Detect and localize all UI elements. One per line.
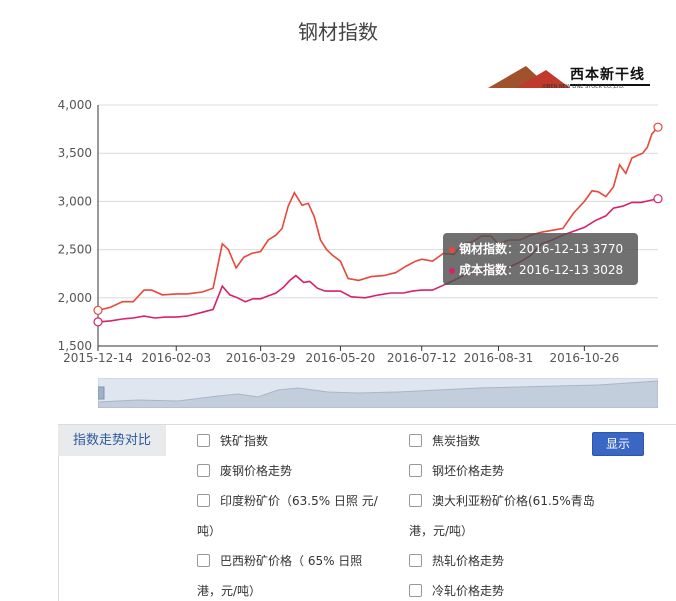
option-label: 热轧价格走势 xyxy=(432,554,505,568)
zoom-left-handle[interactable] xyxy=(98,386,105,400)
option-australia-ore-cont: 港，元/吨） xyxy=(409,524,474,538)
y-tick-label: 2,000 xyxy=(58,291,92,305)
option-india-ore-cont: 吨） xyxy=(197,524,222,538)
chart-axes xyxy=(97,105,658,351)
show-button[interactable]: 显示 xyxy=(592,432,644,456)
option-scrap-steel[interactable]: 废钢价格走势 xyxy=(197,462,292,480)
checkbox-icon[interactable] xyxy=(409,464,422,477)
checkbox-icon[interactable] xyxy=(197,464,210,477)
y-axis-labels: 1,5002,0002,5003,0003,5004,000 xyxy=(58,98,92,353)
series-marker-0-start xyxy=(93,305,103,315)
option-label: 废钢价格走势 xyxy=(220,464,293,478)
panel-label: 指数走势对比 xyxy=(58,425,166,456)
option-india-ore[interactable]: 印度粉矿价（63.5% 日照 元/ xyxy=(197,492,378,510)
option-brazil-ore-cont: 港，元/吨） xyxy=(197,584,262,598)
checkbox-icon[interactable] xyxy=(409,434,422,447)
y-tick-label: 2,500 xyxy=(58,243,92,257)
page-title: 钢材指数 xyxy=(298,20,378,44)
series-marker-0-end xyxy=(653,122,663,132)
tooltip-value: 3770 xyxy=(592,242,624,256)
option-label: 巴西粉矿价格（ 65% 日照 xyxy=(220,554,363,568)
zoom-slider[interactable] xyxy=(98,378,658,408)
x-axis-labels: 2015-12-14 2016-02-03 2016-03-29 2016-05-20… xyxy=(63,351,619,365)
y-tick-label: 4,000 xyxy=(58,98,92,112)
series-marker-1-start xyxy=(93,317,103,327)
option-label: 铁矿指数 xyxy=(220,434,269,448)
tooltip-series-name: 钢材指数 xyxy=(459,242,508,256)
checkbox-icon[interactable] xyxy=(409,584,422,597)
tooltip-date: 2016-12-13 xyxy=(519,242,589,256)
cost-dot-icon xyxy=(449,267,455,274)
tooltip-date: 2016-12-13 xyxy=(519,263,589,277)
y-tick-label: 3,000 xyxy=(58,194,92,208)
x-tick-label: 2015-12-14 xyxy=(63,351,133,365)
checkbox-icon[interactable] xyxy=(409,554,422,567)
checkbox-icon[interactable] xyxy=(197,554,210,567)
x-tick-label: 2016-03-29 xyxy=(226,351,296,365)
option-label: 钢坯价格走势 xyxy=(432,464,505,478)
chart-tooltip: 钢材指数：2016-12-13 3770 成本指数：2016-12-13 302… xyxy=(443,233,638,285)
chart-grid xyxy=(98,104,658,347)
checkbox-icon[interactable] xyxy=(197,494,210,507)
option-australia-ore[interactable]: 澳大利亚粉矿价格(61.5%青岛 xyxy=(409,492,595,510)
y-tick-label: 3,500 xyxy=(58,146,92,160)
option-iron-ore-index[interactable]: 铁矿指数 xyxy=(197,432,268,450)
logo-name: 西本新干线 xyxy=(570,67,645,83)
option-cold-rolled[interactable]: 冷轧价格走势 xyxy=(409,582,504,600)
option-label: 印度粉矿价（63.5% 日照 元/ xyxy=(220,494,378,508)
x-tick-label: 2016-10-26 xyxy=(549,351,619,365)
tooltip-separator: ： xyxy=(507,242,520,256)
option-label: 澳大利亚粉矿价格(61.5%青岛 xyxy=(432,494,595,508)
steel-dot-icon xyxy=(449,246,455,253)
option-hot-rolled[interactable]: 热轧价格走势 xyxy=(409,552,504,570)
tooltip-separator: ： xyxy=(507,263,520,277)
tooltip-value: 3028 xyxy=(592,263,624,277)
option-coke-index[interactable]: 焦炭指数 xyxy=(409,432,480,450)
x-tick-label: 2016-08-31 xyxy=(464,351,534,365)
x-tick-label: 2016-05-20 xyxy=(306,351,376,365)
x-tick-label: 2016-07-12 xyxy=(387,351,457,365)
option-label: 冷轧价格走势 xyxy=(432,584,505,598)
option-label: 焦炭指数 xyxy=(432,434,481,448)
checkbox-icon[interactable] xyxy=(409,494,422,507)
tooltip-row-steel: 钢材指数：2016-12-13 3770 xyxy=(449,240,623,258)
option-brazil-ore[interactable]: 巴西粉矿价格（ 65% 日照 xyxy=(197,552,362,570)
option-billet[interactable]: 钢坯价格走势 xyxy=(409,462,504,480)
series-marker-1-end xyxy=(653,194,663,204)
checkbox-icon[interactable] xyxy=(197,434,210,447)
tooltip-series-name: 成本指数 xyxy=(459,263,508,277)
chart-series xyxy=(97,126,659,323)
x-tick-label: 2016-02-03 xyxy=(141,351,211,365)
tooltip-row-cost: 成本指数：2016-12-13 3028 xyxy=(449,261,623,279)
